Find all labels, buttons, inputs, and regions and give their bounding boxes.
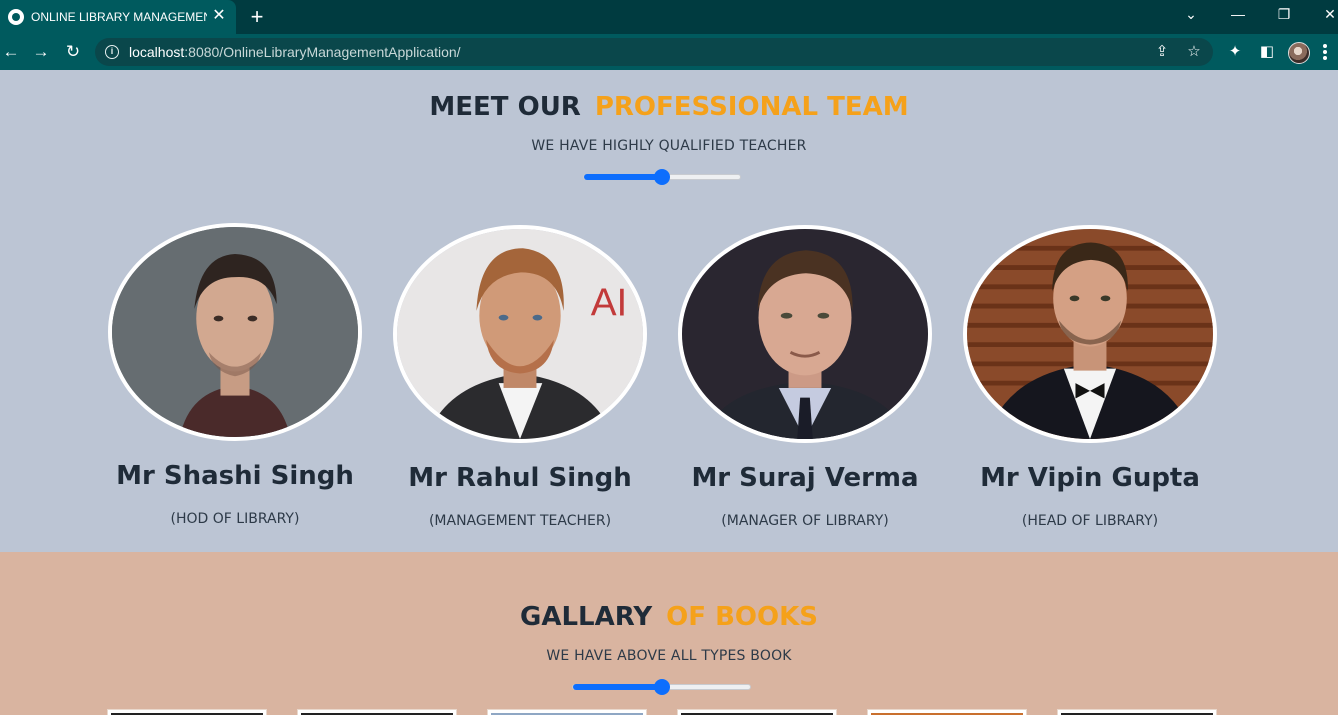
member-photo [963, 225, 1217, 443]
gallery-slider-thumb[interactable] [653, 679, 670, 695]
book-thumbnail[interactable] [677, 709, 837, 715]
team-slider[interactable] [583, 169, 741, 185]
team-member-card: Mr Vipin Gupta (HEAD OF LIBRARY) [963, 225, 1217, 555]
back-icon[interactable]: ← [0, 41, 22, 63]
member-name: Mr Shashi Singh [116, 461, 354, 491]
menu-icon[interactable] [1322, 42, 1328, 62]
side-panel-icon[interactable]: ◧ [1257, 42, 1277, 62]
browser-tab[interactable]: ONLINE LIBRARY MANAGEMENT ✕ [0, 0, 236, 34]
team-member-card: Mr Shashi Singh (HOD OF LIBRARY) [108, 223, 362, 553]
info-icon[interactable]: i [105, 45, 119, 59]
team-subtitle: WE HAVE HIGHLY QUALIFIED TEACHER [531, 138, 807, 154]
member-role: (HOD OF LIBRARY) [170, 511, 300, 527]
gallery-subtitle: WE HAVE ABOVE ALL TYPES BOOK [546, 648, 792, 664]
profile-avatar[interactable] [1288, 42, 1310, 64]
close-tab-icon[interactable]: ✕ [210, 7, 228, 25]
address-bar[interactable]: i localhost:8080/OnlineLibraryManagement… [95, 38, 1213, 66]
book-thumbnail[interactable] [487, 709, 647, 715]
gallery-title: GALLARY OF BOOKS [520, 602, 818, 632]
member-role: (HEAD OF LIBRARY) [1021, 513, 1159, 529]
puzzle-icon[interactable]: ✦ [1225, 42, 1245, 62]
star-icon[interactable]: ☆ [1184, 42, 1204, 62]
minimize-icon[interactable]: — [1225, 4, 1251, 24]
member-name: Mr Suraj Verma [691, 463, 919, 493]
team-member-card: Mr Suraj Verma (MANAGER OF LIBRARY) [678, 225, 932, 555]
team-member-card: AI Mr Rahul Singh (MANAGEMENT TEACHER) [393, 225, 647, 555]
svg-text:AI: AI [591, 282, 628, 325]
book-thumbnail[interactable] [867, 709, 1027, 715]
book-thumbnail[interactable] [107, 709, 267, 715]
gallery-slider[interactable] [572, 679, 751, 695]
url-text[interactable]: localhost:8080/OnlineLibraryManagementAp… [129, 44, 461, 60]
book-thumbnail[interactable] [297, 709, 457, 715]
gallery-slider-fill [573, 684, 662, 690]
browser-tab-bar: ONLINE LIBRARY MANAGEMENT ✕ + ⌄ — ❐ ✕ [0, 0, 1338, 34]
member-photo [108, 223, 362, 441]
forward-icon[interactable]: → [30, 41, 52, 63]
new-tab-plus-icon[interactable]: + [246, 5, 268, 29]
book-thumbnail[interactable] [1057, 709, 1217, 715]
globe-icon [8, 9, 24, 25]
tab-title: ONLINE LIBRARY MANAGEMENT [31, 10, 207, 24]
member-photo: AI [393, 225, 647, 443]
team-slider-fill [584, 174, 662, 180]
browser-toolbar: ← → ↻ i localhost:8080/OnlineLibraryMana… [0, 34, 1338, 70]
gallery-section: GALLARY OF BOOKS WE HAVE ABOVE ALL TYPES … [0, 552, 1338, 715]
reload-icon[interactable]: ↻ [62, 41, 84, 63]
member-name: Mr Vipin Gupta [980, 463, 1200, 493]
team-section: MEET OUR PROFESSIONAL TEAM WE HAVE HIGHLY… [0, 70, 1338, 552]
share-icon[interactable]: ⇪ [1152, 42, 1172, 62]
team-title: MEET OUR PROFESSIONAL TEAM [429, 92, 909, 122]
member-role: (MANAGER OF LIBRARY) [721, 513, 889, 529]
member-role: (MANAGEMENT TEACHER) [428, 513, 612, 529]
member-photo [678, 225, 932, 443]
member-name: Mr Rahul Singh [408, 463, 632, 493]
close-window-icon[interactable]: ✕ [1317, 4, 1338, 24]
restore-icon[interactable]: ❐ [1271, 4, 1297, 24]
tab-search-chevron-icon[interactable]: ⌄ [1178, 4, 1204, 24]
team-slider-thumb[interactable] [654, 169, 670, 185]
